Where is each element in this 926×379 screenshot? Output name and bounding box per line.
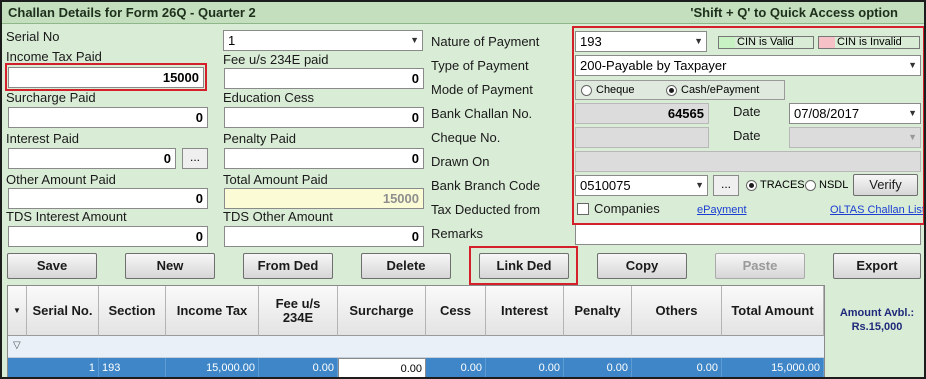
header-income-tax[interactable]: Income Tax	[166, 286, 259, 336]
total-amount-label: Total Amount Paid	[223, 172, 328, 187]
link-ded-highlight	[469, 246, 578, 285]
challan-window: Challan Details for Form 26Q - Quarter 2…	[0, 0, 926, 379]
drawn-on-label: Drawn On	[431, 154, 490, 169]
tds-other-label: TDS Other Amount	[223, 209, 333, 224]
surcharge-label: Surcharge Paid	[6, 90, 96, 105]
penalty-label: Penalty Paid	[223, 131, 296, 146]
cell-income-tax: 15,000.00	[166, 358, 259, 377]
amount-available-value: Rs.15,000	[851, 321, 903, 333]
header-others[interactable]: Others	[632, 286, 722, 336]
cheque-label: Cheque No.	[431, 130, 501, 145]
new-button[interactable]: New	[125, 253, 215, 279]
other-amount-input[interactable]: 0	[8, 188, 208, 209]
header-cess[interactable]: Cess	[426, 286, 486, 336]
header-section[interactable]: Section	[99, 286, 166, 336]
income-tax-highlight	[5, 63, 207, 91]
total-amount-field: 15000	[224, 188, 424, 209]
filter-row[interactable]: ▽	[8, 336, 824, 358]
window-title: Challan Details for Form 26Q - Quarter 2	[8, 5, 256, 20]
serial-no-label: Serial No	[6, 29, 60, 44]
header-penalty[interactable]: Penalty	[564, 286, 632, 336]
surcharge-input[interactable]: 0	[8, 107, 208, 128]
tds-other-input[interactable]: 0	[224, 226, 424, 247]
header-fee[interactable]: Fee u/s 234E	[259, 286, 338, 336]
save-button[interactable]: Save	[7, 253, 97, 279]
mode-label: Mode of Payment	[431, 82, 533, 97]
filter-icon: ▽	[13, 340, 21, 351]
tds-interest-input[interactable]: 0	[8, 226, 208, 247]
header-serial[interactable]: Serial No.	[27, 286, 99, 336]
table-row[interactable]: 1 193 15,000.00 0.00 0.00 0.00 0.00 0.00…	[8, 358, 824, 377]
tax-deducted-label: Tax Deducted from	[431, 202, 541, 217]
cell-serial: 1	[27, 358, 99, 377]
education-cess-label: Education Cess	[223, 90, 315, 105]
header-surcharge[interactable]: Surcharge	[338, 286, 426, 336]
cell-surcharge[interactable]: 0.00	[338, 358, 426, 377]
cell-penalty: 0.00	[564, 358, 632, 377]
delete-button[interactable]: Delete	[361, 253, 451, 279]
interest-label: Interest Paid	[6, 131, 79, 146]
cell-interest: 0.00	[486, 358, 564, 377]
type-label: Type of Payment	[431, 58, 529, 73]
copy-button[interactable]: Copy	[597, 253, 687, 279]
paste-button[interactable]: Paste	[715, 253, 805, 279]
fee-label: Fee u/s 234E paid	[223, 52, 329, 67]
cell-section: 193	[99, 358, 166, 377]
quick-access-hint: 'Shift + Q' to Quick Access option	[690, 5, 898, 20]
header-interest[interactable]: Interest	[486, 286, 564, 336]
cell-cess: 0.00	[426, 358, 486, 377]
penalty-input[interactable]: 0	[224, 148, 424, 169]
nature-label: Nature of Payment	[431, 34, 540, 49]
interest-lookup-button[interactable]: ...	[182, 148, 208, 169]
challan-grid: ▼ Serial No. Section Income Tax Fee u/s …	[7, 285, 825, 377]
expand-indicator-icon[interactable]: ▼	[8, 286, 27, 336]
interest-input[interactable]: 0	[8, 148, 176, 169]
payment-details-highlight	[572, 26, 924, 225]
amount-available-label: Amount Avbl.:	[839, 307, 915, 319]
export-button[interactable]: Export	[833, 253, 921, 279]
cell-others: 0.00	[632, 358, 722, 377]
remarks-label: Remarks	[431, 226, 484, 241]
cell-total: 15,000.00	[722, 358, 824, 377]
remarks-input[interactable]	[575, 224, 921, 245]
serial-no-value: 1	[228, 33, 236, 48]
amount-available: Amount Avbl.: Rs.15,000	[828, 306, 924, 334]
fee-input[interactable]: 0	[224, 68, 424, 89]
other-amount-label: Other Amount Paid	[6, 172, 116, 187]
cell-fee: 0.00	[259, 358, 338, 377]
title-bar: Challan Details for Form 26Q - Quarter 2…	[2, 2, 924, 24]
branch-label: Bank Branch Code	[431, 178, 541, 193]
serial-no-dropdown[interactable]: 1 ▼	[223, 30, 423, 51]
bank-challan-label: Bank Challan No.	[431, 106, 533, 121]
education-cess-input[interactable]: 0	[224, 107, 424, 128]
header-total[interactable]: Total Amount	[722, 286, 824, 336]
tds-interest-label: TDS Interest Amount	[6, 209, 127, 224]
chevron-down-icon: ▼	[410, 35, 419, 45]
from-ded-button[interactable]: From Ded	[243, 253, 333, 279]
income-tax-label: Income Tax Paid	[6, 49, 102, 64]
